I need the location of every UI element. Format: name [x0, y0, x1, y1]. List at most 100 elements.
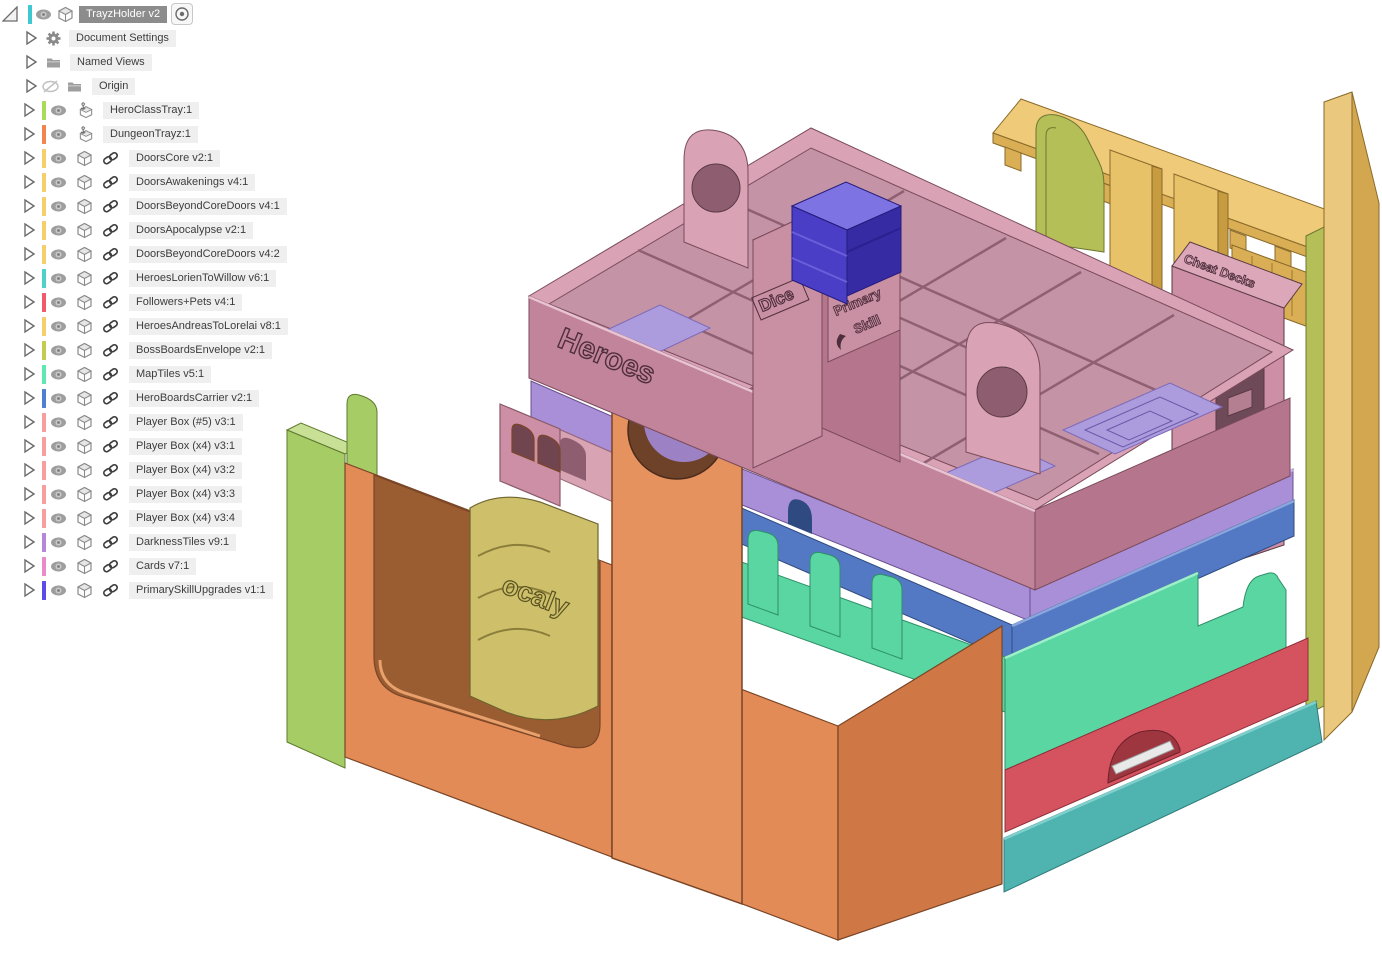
browser-item-linked[interactable]: HeroesLorienToWillow v6:1	[0, 266, 330, 290]
visibility-eye-icon[interactable]	[50, 414, 67, 431]
activate-component-radio[interactable]	[171, 3, 194, 25]
visibility-eye-icon[interactable]	[50, 126, 67, 143]
browser-item-linked[interactable]: Player Box (#5) v3:1	[0, 410, 330, 434]
expand-arrow-icon[interactable]	[22, 510, 37, 526]
browser-item-linked[interactable]: DoorsBeyondCoreDoors v4:1	[0, 194, 330, 218]
item-label[interactable]: DungeonTrayz:1	[103, 125, 198, 143]
expand-arrow-icon[interactable]	[22, 174, 37, 190]
item-label[interactable]: DoorsBeyondCoreDoors v4:2	[129, 245, 287, 263]
browser-item-origin[interactable]: Origin	[0, 74, 330, 98]
browser-item-linked[interactable]: Cards v7:1	[0, 554, 330, 578]
visibility-eye-icon[interactable]	[50, 222, 67, 239]
expand-arrow-icon[interactable]	[22, 126, 37, 142]
root-document-title[interactable]: TrayzHolder v2	[79, 5, 168, 23]
browser-item-linked[interactable]: DarknessTiles v9:1	[0, 530, 330, 554]
browser-item-document-settings[interactable]: Document Settings	[0, 26, 330, 50]
expand-arrow-icon[interactable]	[22, 438, 37, 454]
expand-arrow-icon[interactable]	[22, 270, 37, 286]
expand-arrow-icon[interactable]	[22, 150, 37, 166]
item-label[interactable]: Named Views	[70, 53, 152, 71]
expand-arrow-icon[interactable]	[22, 246, 37, 262]
visibility-eye-icon[interactable]	[50, 294, 67, 311]
item-label[interactable]: Player Box (x4) v3:1	[129, 437, 243, 455]
expand-arrow-icon[interactable]	[22, 222, 37, 238]
item-label[interactable]: Origin	[92, 77, 136, 95]
item-label[interactable]: HeroClassTray:1	[103, 101, 200, 119]
browser-item-linked[interactable]: HeroBoardsCarrier v2:1	[0, 386, 330, 410]
expand-arrow-icon[interactable]	[22, 294, 37, 310]
item-label[interactable]: DoorsBeyondCoreDoors v4:1	[129, 197, 287, 215]
browser-item-linked[interactable]: DoorsApocalypse v2:1	[0, 218, 330, 242]
browser-item-linked[interactable]: PrimarySkillUpgrades v1:1	[0, 578, 330, 602]
browser-item-dungeontrayz[interactable]: DungeonTrayz:1	[0, 122, 330, 146]
expand-arrow-icon[interactable]	[22, 342, 37, 358]
cards-tray-handle-mid[interactable]	[965, 322, 1041, 475]
item-label[interactable]: Player Box (#5) v3:1	[129, 413, 243, 431]
item-label[interactable]: Document Settings	[69, 29, 176, 47]
visibility-eye-icon[interactable]	[50, 150, 67, 167]
visibility-eye-icon[interactable]	[50, 174, 67, 191]
expand-arrow-icon[interactable]	[22, 102, 37, 118]
browser-item-linked[interactable]: BossBoardsEnvelope v2:1	[0, 338, 330, 362]
doors-apocalypse-stack[interactable]: ocaly	[469, 496, 599, 721]
expand-arrow-icon[interactable]	[22, 486, 37, 502]
visibility-eye-icon[interactable]	[50, 366, 67, 383]
expand-arrow-icon[interactable]	[22, 582, 37, 598]
item-label[interactable]: DoorsApocalypse v2:1	[129, 221, 254, 239]
visibility-eye-icon[interactable]	[50, 102, 67, 119]
visibility-eye-icon[interactable]	[50, 582, 67, 599]
visibility-eye-icon[interactable]	[50, 510, 67, 527]
item-label[interactable]: DarknessTiles v9:1	[129, 533, 237, 551]
browser-item-linked[interactable]: DoorsCore v2:1	[0, 146, 330, 170]
expand-arrow-icon[interactable]	[22, 390, 37, 406]
browser-item-linked[interactable]: MapTiles v5:1	[0, 362, 330, 386]
browser-item-linked[interactable]: DoorsBeyondCoreDoors v4:2	[0, 242, 330, 266]
expand-arrow-icon[interactable]	[24, 54, 39, 70]
browser-item-heroclasstray[interactable]: HeroClassTray:1	[0, 98, 330, 122]
visibility-eye-icon[interactable]	[50, 462, 67, 479]
outer-yellow-wall[interactable]	[1323, 91, 1380, 742]
item-label[interactable]: PrimarySkillUpgrades v1:1	[129, 581, 273, 599]
browser-item-named-views[interactable]: Named Views	[0, 50, 330, 74]
visibility-eye-icon[interactable]	[50, 318, 67, 335]
expand-arrow-icon[interactable]	[22, 558, 37, 574]
browser-item-linked[interactable]: Player Box (x4) v3:2	[0, 458, 330, 482]
visibility-eye-icon[interactable]	[50, 438, 67, 455]
item-label[interactable]: HeroesAndreasToLorelai v8:1	[129, 317, 288, 335]
item-label[interactable]: BossBoardsEnvelope v2:1	[129, 341, 273, 359]
visibility-eye-icon[interactable]	[50, 486, 67, 503]
item-label[interactable]: DoorsCore v2:1	[129, 149, 221, 167]
expand-arrow-icon[interactable]	[22, 198, 37, 214]
visibility-eye-icon[interactable]	[50, 558, 67, 575]
visibility-eye-icon[interactable]	[50, 246, 67, 263]
item-label[interactable]: Player Box (x4) v3:4	[129, 509, 243, 527]
browser-item-linked[interactable]: Player Box (x4) v3:4	[0, 506, 330, 530]
visibility-eye-icon[interactable]	[50, 198, 67, 215]
browser-item-linked[interactable]: DoorsAwakenings v4:1	[0, 170, 330, 194]
browser-item-linked[interactable]: Followers+Pets v4:1	[0, 290, 330, 314]
visibility-eye-icon[interactable]	[50, 390, 67, 407]
item-label[interactable]: Followers+Pets v4:1	[129, 293, 243, 311]
visibility-eye-icon[interactable]	[35, 6, 52, 23]
expand-arrow-icon[interactable]	[22, 462, 37, 478]
expand-arrow-icon[interactable]	[22, 414, 37, 430]
browser-item-linked[interactable]: Player Box (x4) v3:3	[0, 482, 330, 506]
browser-item-linked[interactable]: HeroesAndreasToLorelai v8:1	[0, 314, 330, 338]
browser-root-row[interactable]: TrayzHolder v2	[0, 2, 330, 26]
item-label[interactable]: HeroesLorienToWillow v6:1	[129, 269, 277, 287]
visibility-eye-icon[interactable]	[50, 534, 67, 551]
expand-arrow-icon[interactable]	[22, 318, 37, 334]
boss-boards-envelope[interactable]	[1305, 226, 1325, 716]
item-label[interactable]: Cards v7:1	[129, 557, 197, 575]
item-label[interactable]: Player Box (x4) v3:2	[129, 461, 243, 479]
item-label[interactable]: HeroBoardsCarrier v2:1	[129, 389, 260, 407]
expand-arrow-icon[interactable]	[24, 78, 39, 94]
expand-arrow-icon[interactable]	[24, 30, 39, 46]
visibility-off-eye-icon[interactable]	[42, 78, 59, 95]
collapse-all-icon[interactable]	[2, 6, 18, 22]
item-label[interactable]: MapTiles v5:1	[129, 365, 212, 383]
item-label[interactable]: DoorsAwakenings v4:1	[129, 173, 256, 191]
visibility-eye-icon[interactable]	[50, 270, 67, 287]
browser-item-linked[interactable]: Player Box (x4) v3:1	[0, 434, 330, 458]
visibility-eye-icon[interactable]	[50, 342, 67, 359]
